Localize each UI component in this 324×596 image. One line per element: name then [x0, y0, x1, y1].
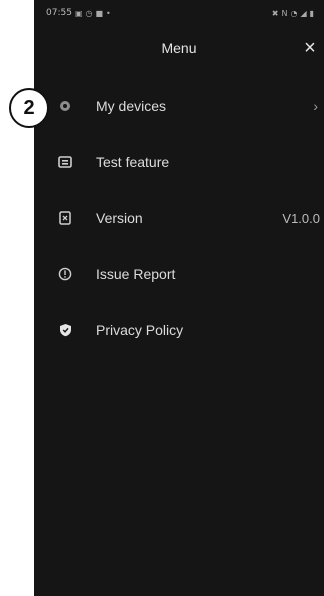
version-icon: [57, 210, 73, 226]
shield-icon: [57, 322, 73, 338]
close-button[interactable]: ×: [298, 36, 322, 60]
menu-item-label: My devices: [96, 98, 167, 114]
battery-icon: ▮: [309, 8, 314, 18]
menu-list: My devices › Test feature Version V1.0.0…: [34, 78, 324, 358]
version-value: V1.0.0: [282, 210, 320, 226]
status-bar-left: 07:55 ▣ ◷ ■ •: [46, 8, 111, 18]
menu-item-privacy-policy[interactable]: Privacy Policy: [34, 302, 324, 358]
step-badge: 2: [9, 88, 49, 128]
mute-icon: ✖: [271, 8, 279, 18]
menu-item-my-devices[interactable]: My devices ›: [34, 78, 324, 134]
dot-icon: •: [106, 8, 111, 18]
nfc-icon: N: [281, 8, 288, 18]
device-icon: [57, 98, 73, 114]
menu-item-label: Issue Report: [96, 266, 176, 282]
menu-item-label: Test feature: [96, 154, 170, 170]
clock-icon: ◷: [85, 8, 93, 18]
test-icon: [57, 154, 73, 170]
menu-item-label: Privacy Policy: [96, 322, 184, 338]
status-time: 07:55: [46, 8, 72, 18]
wifi-icon: ◔: [290, 8, 298, 18]
info-icon: [57, 266, 73, 282]
message-icon: ■: [95, 8, 104, 18]
menu-item-label: Version: [96, 210, 143, 226]
menu-screen: 07:55 ▣ ◷ ■ • ✖ N ◔ ◢ ▮ Menu × My device…: [34, 0, 324, 596]
signal-icon: ◢: [300, 8, 307, 18]
status-bar: 07:55 ▣ ◷ ■ • ✖ N ◔ ◢ ▮: [34, 0, 324, 26]
chevron-right-icon: ›: [313, 98, 318, 114]
status-bar-right: ✖ N ◔ ◢ ▮: [272, 9, 314, 18]
menu-item-issue-report[interactable]: Issue Report: [34, 246, 324, 302]
page-title: Menu: [161, 40, 197, 56]
menu-item-test-feature[interactable]: Test feature: [34, 134, 324, 190]
gallery-icon: ▣: [74, 8, 83, 18]
menu-item-version[interactable]: Version V1.0.0: [34, 190, 324, 246]
menu-header: Menu ×: [34, 34, 324, 62]
close-icon: ×: [304, 37, 316, 59]
